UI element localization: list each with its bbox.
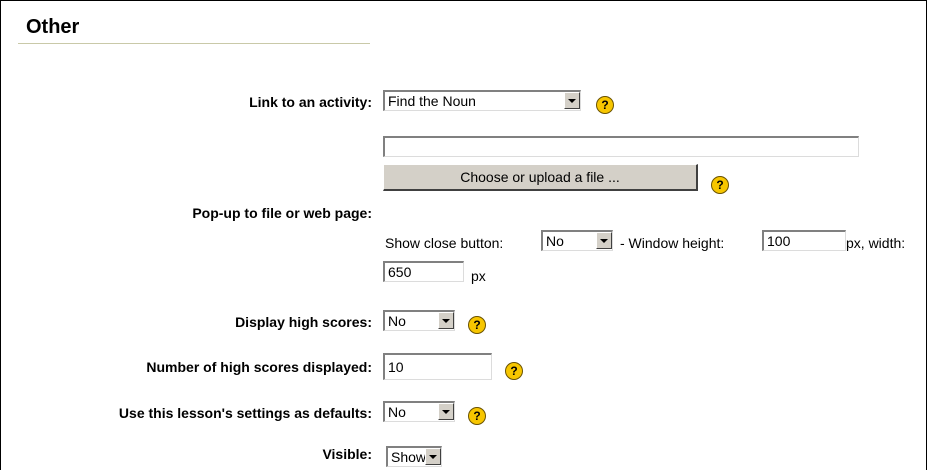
- num-high-scores-label: Number of high scores displayed:: [146, 359, 372, 375]
- display-high-scores-select[interactable]: No: [383, 310, 455, 331]
- link-activity-value: Find the Noun: [388, 93, 476, 109]
- px-label: px: [471, 268, 486, 284]
- link-activity-label: Link to an activity:: [249, 94, 372, 110]
- use-defaults-label: Use this lesson's settings as defaults:: [118, 405, 372, 421]
- num-high-scores-input[interactable]: [383, 353, 492, 380]
- use-defaults-value: No: [388, 404, 406, 420]
- visible-label: Visible:: [322, 446, 372, 462]
- window-width-input[interactable]: [383, 261, 464, 282]
- section-title: Other: [26, 16, 80, 38]
- show-close-label: Show close button:: [385, 235, 504, 251]
- visible-value: Show: [391, 449, 427, 465]
- help-icon[interactable]: ?: [711, 176, 729, 194]
- px-width-label: px, width:: [846, 235, 906, 251]
- help-icon[interactable]: ?: [468, 407, 486, 425]
- chevron-down-icon[interactable]: [564, 92, 580, 109]
- use-defaults-select[interactable]: No: [383, 401, 455, 422]
- show-close-value: No: [546, 233, 564, 249]
- help-icon[interactable]: ?: [505, 362, 523, 380]
- display-high-scores-label: Display high scores:: [235, 314, 372, 330]
- window-height-input[interactable]: [762, 230, 846, 251]
- display-high-scores-value: No: [388, 313, 406, 329]
- window-height-label: - Window height:: [620, 235, 725, 251]
- chevron-down-icon[interactable]: [425, 448, 441, 465]
- help-icon[interactable]: ?: [596, 96, 614, 114]
- popup-label: Pop-up to file or web page:: [192, 205, 372, 221]
- show-close-select[interactable]: No: [541, 230, 613, 251]
- visible-select[interactable]: Show: [386, 446, 442, 467]
- choose-file-button[interactable]: Choose or upload a file ...: [383, 164, 698, 191]
- chevron-down-icon[interactable]: [438, 312, 454, 329]
- chevron-down-icon[interactable]: [596, 232, 612, 249]
- popup-url-input[interactable]: [383, 136, 859, 157]
- section-divider: [18, 43, 370, 44]
- link-activity-select[interactable]: Find the Noun: [383, 90, 581, 111]
- help-icon[interactable]: ?: [468, 316, 486, 334]
- chevron-down-icon[interactable]: [438, 403, 454, 420]
